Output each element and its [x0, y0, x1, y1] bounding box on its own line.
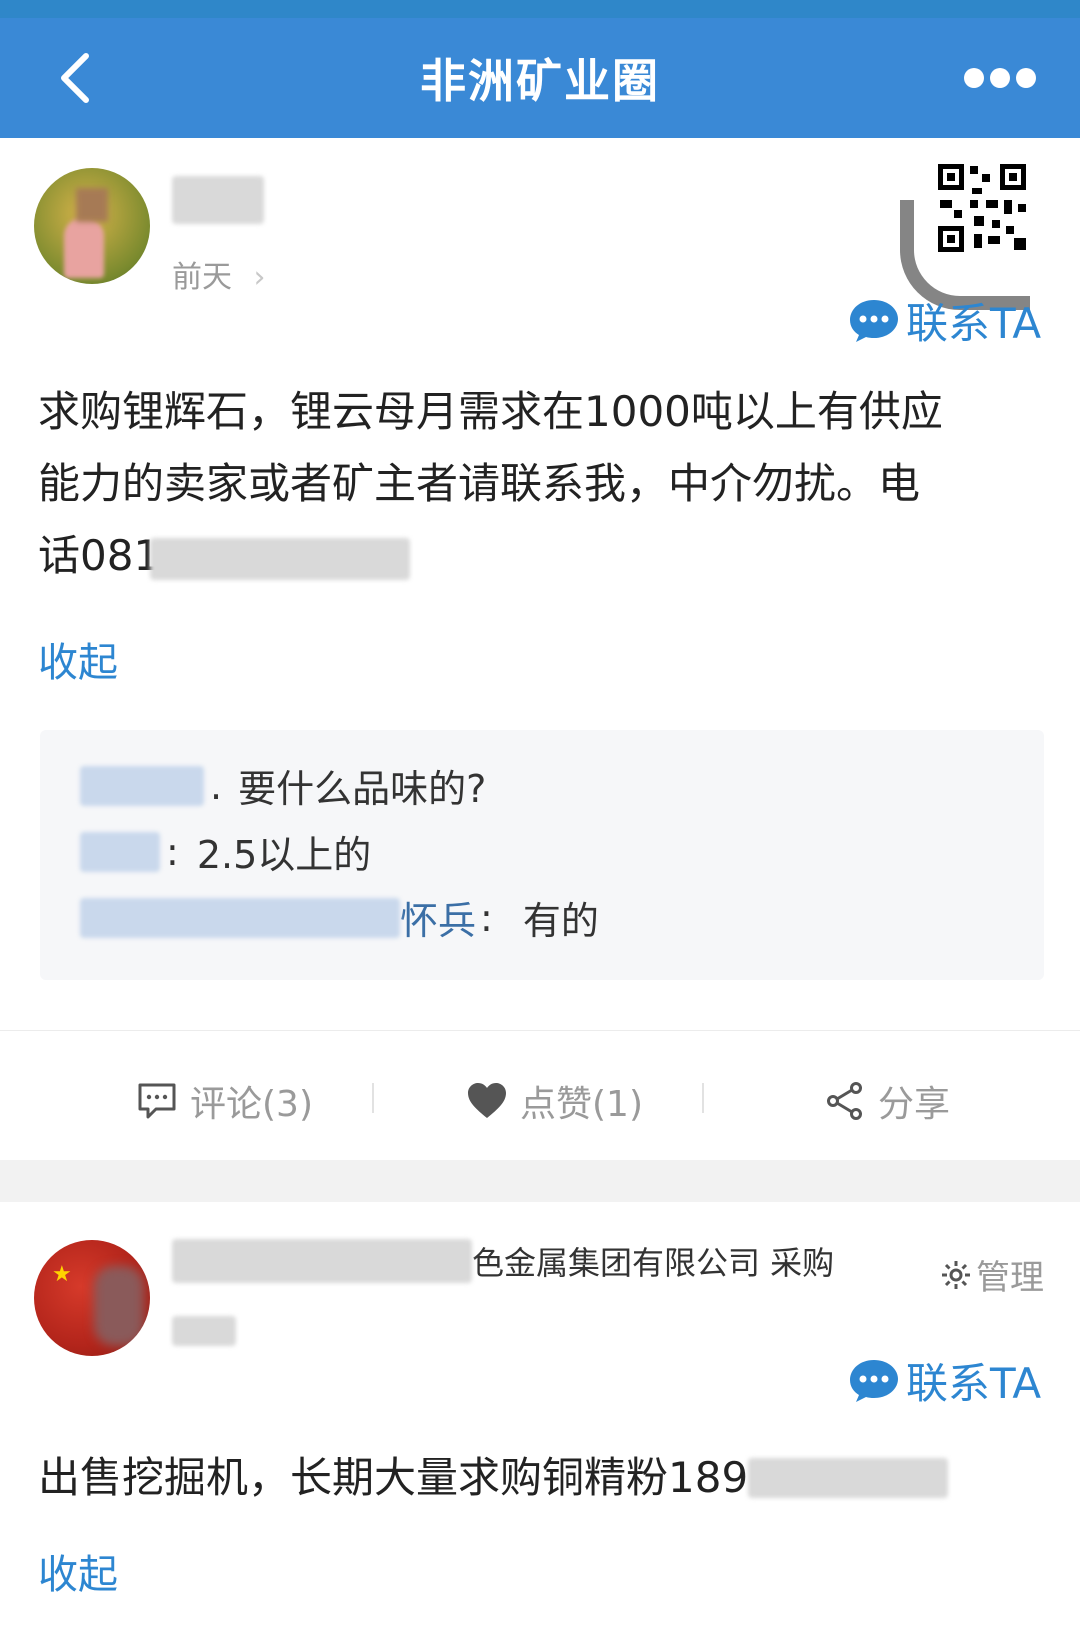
author-company: 色金属集团有限公司 采购 — [472, 1244, 835, 1282]
post-content-line: 能力的卖家或者矿主者请联系我，中介勿扰。电 — [38, 459, 921, 508]
chat-bubble-icon — [850, 1359, 898, 1402]
comment-item[interactable]: : 2.5以上的 — [80, 824, 371, 879]
post-content-line: 出售挖掘机，长期大量求购铜精粉189 — [38, 1453, 749, 1502]
post-content: 出售挖掘机，长期大量求购铜精粉189 — [38, 1442, 1048, 1514]
manage-label: 管理 — [976, 1258, 1044, 1298]
contact-button[interactable]: 联系TA — [848, 1350, 1041, 1411]
post-time-blurred — [172, 1316, 236, 1346]
post-content: 求购锂辉石，锂云母月需求在1000吨以上有供应 能力的卖家或者矿主者请联系我，中… — [38, 376, 1048, 592]
post-content-line: 话081 — [38, 520, 1048, 592]
divider — [702, 1083, 704, 1113]
author-name-blurred[interactable] — [172, 176, 264, 224]
commenter-name-blurred — [80, 897, 400, 938]
status-bar — [0, 0, 1080, 18]
author-info[interactable]: 色金属集团有限公司 采购 — [172, 1238, 834, 1284]
section-divider — [0, 1160, 1080, 1202]
post-content-line: 求购锂辉石，锂云母月需求在1000吨以上有供应 — [38, 387, 943, 436]
commenter-name: 怀兵 — [400, 899, 477, 943]
comment-item[interactable]: . 要什么品味的? — [80, 758, 486, 813]
contact-button[interactable]: 联系TA — [848, 290, 1041, 351]
like-button[interactable]: 点赞(1) — [466, 1075, 643, 1127]
comments-box: . 要什么品味的? : 2.5以上的 怀兵 : 有的 — [40, 730, 1044, 980]
share-button[interactable]: 分享 — [824, 1075, 950, 1127]
share-icon — [827, 1082, 862, 1120]
top-navigation-bar: 非洲矿业圈 — [0, 18, 1080, 138]
avatar[interactable]: ★ — [34, 1240, 150, 1356]
like-label: 点赞(1) — [520, 1084, 643, 1125]
post-time: 前天 › — [172, 260, 266, 295]
divider — [372, 1083, 374, 1113]
back-arrow-icon[interactable] — [48, 46, 108, 110]
comment-item[interactable]: 怀兵 : 有的 — [80, 890, 599, 945]
phone-blurred — [748, 1458, 949, 1498]
chat-bubble-icon — [850, 299, 898, 342]
author-name-blurred — [172, 1239, 472, 1283]
comment-label: 评论(3) — [190, 1084, 313, 1125]
manage-button[interactable]: 管理 — [940, 1250, 1044, 1299]
avatar[interactable] — [34, 168, 150, 284]
gear-icon — [942, 1260, 970, 1289]
post-action-bar: 评论(3) 点赞(1) 分享 — [0, 1030, 1080, 1160]
contact-label: 联系TA — [906, 299, 1042, 348]
comment-button[interactable]: 评论(3) — [136, 1075, 313, 1127]
contact-label: 联系TA — [906, 1359, 1042, 1408]
page-title: 非洲矿业圈 — [420, 54, 660, 108]
collapse-link[interactable]: 收起 — [38, 630, 118, 688]
more-options-icon[interactable] — [960, 58, 1040, 98]
commenter-name-blurred — [80, 831, 160, 872]
phone-blurred — [150, 538, 410, 580]
share-label: 分享 — [878, 1084, 951, 1125]
commenter-name-blurred — [80, 765, 204, 806]
comment-icon — [138, 1083, 176, 1119]
heart-icon — [468, 1083, 506, 1118]
collapse-link[interactable]: 收起 — [38, 1542, 118, 1600]
